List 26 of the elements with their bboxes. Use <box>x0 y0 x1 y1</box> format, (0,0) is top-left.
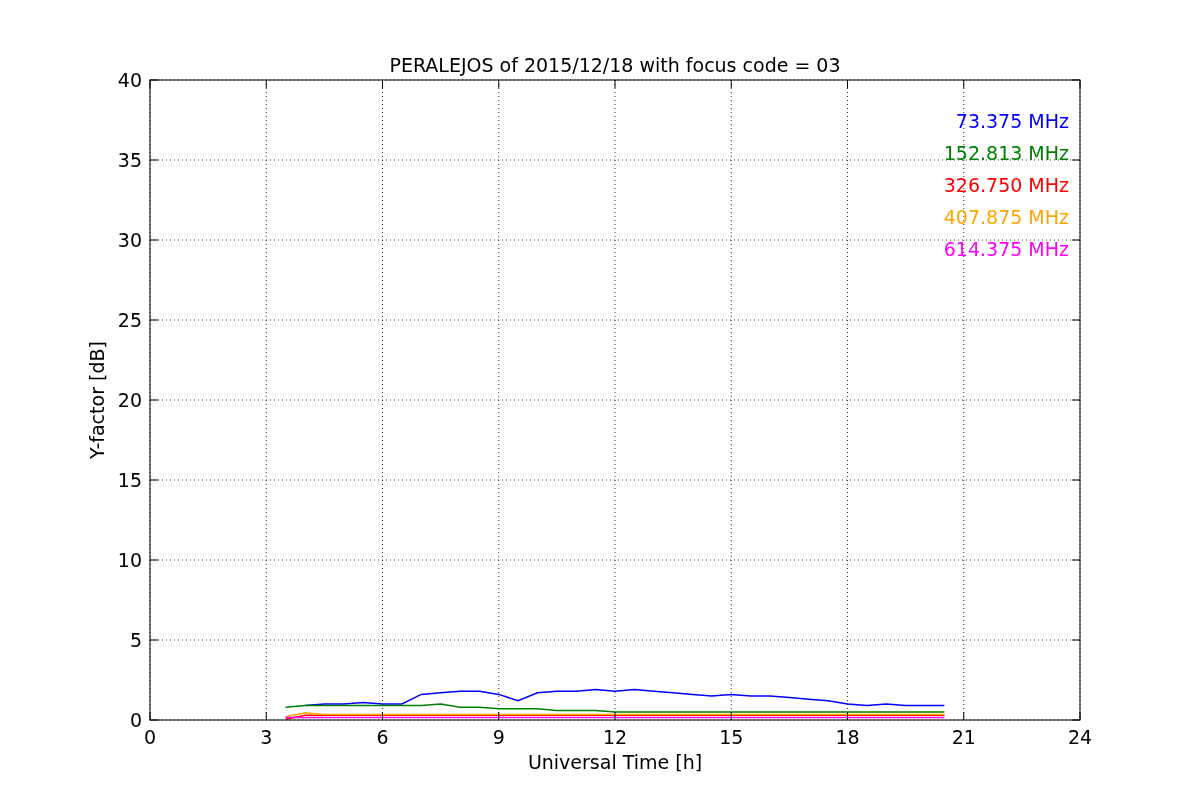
tick-label: 20 <box>117 389 142 411</box>
tick-label: 30 <box>117 229 142 251</box>
legend-label: 326.750 MHz <box>943 174 1069 196</box>
tick-label: 10 <box>117 549 142 571</box>
y-axis-label: Y-factor [dB] <box>86 341 108 459</box>
tick-label: 0 <box>129 709 142 731</box>
legend-label: 152.813 MHz <box>943 142 1069 164</box>
tick-label: 18 <box>835 726 860 748</box>
tick-label: 40 <box>117 69 142 91</box>
x-axis-label: Universal Time [h] <box>527 751 703 773</box>
tick-label: 9 <box>492 726 505 748</box>
tick-label: 12 <box>602 726 628 748</box>
tick-label: 5 <box>129 629 142 651</box>
legend-label: 614.375 MHz <box>943 238 1069 260</box>
tick-label: 21 <box>951 726 976 748</box>
tick-label: 6 <box>376 726 389 748</box>
tick-label: 3 <box>260 726 273 748</box>
tick-label: 35 <box>117 149 142 171</box>
tick-label: 15 <box>719 726 744 748</box>
legend-label: 73.375 MHz <box>955 110 1069 132</box>
chart-title: PERALEJOS of 2015/12/18 with focus code = 03 <box>389 54 841 76</box>
tick-label: 15 <box>117 469 142 491</box>
tick-label: 0 <box>143 726 157 748</box>
tick-label: 25 <box>117 309 142 331</box>
legend-label: 407.875 MHz <box>943 206 1069 228</box>
tick-label: 24 <box>1067 726 1093 748</box>
